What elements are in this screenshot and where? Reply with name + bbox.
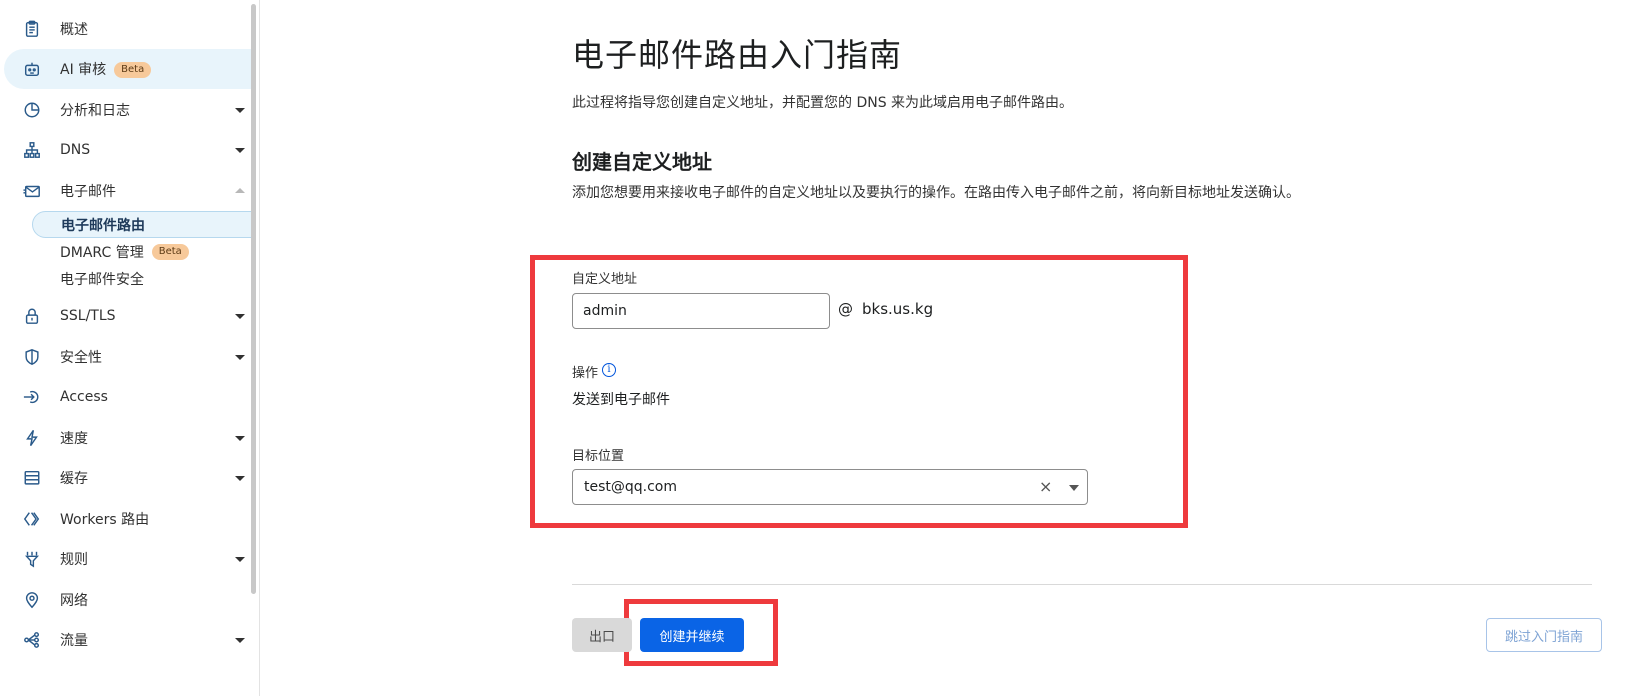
- close-icon[interactable]: ×: [1039, 477, 1052, 496]
- chevron-down-icon: [235, 108, 245, 113]
- action-label: 操作: [572, 366, 599, 381]
- sidebar-item-label: 分析和日志: [60, 103, 130, 119]
- sidebar-item-label: 概述: [60, 22, 88, 38]
- sidebar-subitem-email-security[interactable]: 电子邮件安全: [32, 265, 256, 292]
- sidebar-subitem-email-routing[interactable]: 电子邮件路由: [32, 211, 256, 238]
- destination-select[interactable]: test@qq.com ×: [572, 469, 1088, 505]
- sidebar-item-label: DNS: [60, 142, 91, 158]
- sidebar-item-label: AI 审核: [60, 62, 107, 78]
- section-title: 创建自定义地址: [572, 150, 712, 174]
- network-tree-icon: [22, 140, 42, 160]
- pie-chart-icon: [22, 100, 42, 120]
- sidebar-item-label: 速度: [60, 431, 88, 447]
- sidebar-item-rules[interactable]: 规则: [0, 539, 250, 579]
- clipboard-icon: [22, 19, 42, 39]
- sidebar-item-label: 流量: [60, 633, 88, 649]
- info-icon[interactable]: i: [602, 363, 616, 377]
- sidebar-item-analytics[interactable]: 分析和日志: [0, 90, 250, 130]
- sidebar: 概述 AI 审核 Beta 分析和日志 DNS 电子邮件 电子邮件路由 DMARC: [0, 0, 260, 696]
- sidebar-item-label: 缓存: [60, 471, 88, 487]
- sidebar-subitem-label: 电子邮件安全: [60, 271, 144, 288]
- chevron-up-icon: [235, 188, 245, 193]
- sidebar-item-cache[interactable]: 缓存: [0, 458, 250, 498]
- exit-button[interactable]: 出口: [572, 618, 632, 652]
- sidebar-subitem-label: DMARC 管理: [60, 244, 144, 261]
- beta-badge: Beta: [151, 243, 189, 260]
- sidebar-item-ssl[interactable]: SSL/TLS: [0, 296, 250, 336]
- sidebar-subitem-dmarc[interactable]: DMARC 管理 Beta: [32, 238, 256, 265]
- chevron-down-icon: [235, 476, 245, 481]
- envelope-icon: [22, 181, 42, 201]
- storage-icon: [22, 468, 42, 488]
- sidebar-item-email[interactable]: 电子邮件: [0, 171, 250, 211]
- sidebar-item-overview[interactable]: 概述: [0, 9, 250, 49]
- sidebar-item-label: 网络: [60, 593, 88, 609]
- domain-text: bks.us.kg: [862, 300, 934, 318]
- chevron-down-icon: [235, 436, 245, 441]
- sidebar-item-label: 电子邮件: [60, 184, 116, 200]
- custom-address-label: 自定义地址: [572, 272, 638, 287]
- sidebar-item-traffic[interactable]: 流量: [0, 620, 250, 660]
- location-pin-icon: [22, 590, 42, 610]
- custom-address-input[interactable]: [572, 293, 830, 329]
- chevron-down-icon: [235, 557, 245, 562]
- beta-badge: Beta: [114, 62, 152, 78]
- destination-value: test@qq.com: [584, 479, 678, 495]
- sidebar-item-label: Access: [60, 389, 108, 405]
- sidebar-item-speed[interactable]: 速度: [0, 418, 250, 458]
- skip-guide-button[interactable]: 跳过入门指南: [1486, 618, 1602, 652]
- sidebar-item-security[interactable]: 安全性: [0, 337, 250, 377]
- at-sign: @: [838, 300, 853, 318]
- create-continue-button[interactable]: 创建并继续: [640, 618, 744, 652]
- sidebar-item-label: 规则: [60, 552, 88, 568]
- sidebar-item-access[interactable]: Access: [0, 377, 250, 417]
- footer-divider: [572, 584, 1592, 585]
- share-nodes-icon: [22, 630, 42, 650]
- lightning-icon: [22, 428, 42, 448]
- sidebar-item-label: Workers 路由: [60, 512, 150, 528]
- chevron-down-icon[interactable]: [1069, 485, 1079, 491]
- action-value: 发送到电子邮件: [572, 392, 670, 408]
- funnel-icon: [22, 549, 42, 569]
- lock-icon: [22, 306, 42, 326]
- shield-icon: [22, 347, 42, 367]
- sidebar-item-label: 安全性: [60, 350, 102, 366]
- sidebar-item-ai-audit[interactable]: AI 审核 Beta: [4, 49, 256, 89]
- sidebar-item-dns[interactable]: DNS: [0, 130, 250, 170]
- robot-icon: [22, 59, 42, 79]
- section-description: 添加您想要用来接收电子邮件的自定义地址以及要执行的操作。在路由传入电子邮件之前，…: [572, 185, 1300, 201]
- code-brackets-icon: [22, 509, 42, 529]
- sidebar-scrollbar[interactable]: [251, 4, 256, 594]
- access-arrow-icon: [22, 387, 42, 407]
- chevron-down-icon: [235, 355, 245, 360]
- chevron-down-icon: [235, 638, 245, 643]
- sidebar-item-label: SSL/TLS: [60, 308, 116, 324]
- sidebar-subitem-label: 电子邮件路由: [61, 217, 145, 234]
- destination-label: 目标位置: [572, 449, 625, 464]
- chevron-down-icon: [235, 314, 245, 319]
- chevron-down-icon: [235, 148, 245, 153]
- page-description: 此过程将指导您创建自定义地址，并配置您的 DNS 来为此域启用电子邮件路由。: [572, 95, 1074, 111]
- sidebar-item-network[interactable]: 网络: [0, 580, 250, 620]
- sidebar-item-workers[interactable]: Workers 路由: [0, 499, 250, 539]
- page-title: 电子邮件路由入门指南: [572, 36, 903, 74]
